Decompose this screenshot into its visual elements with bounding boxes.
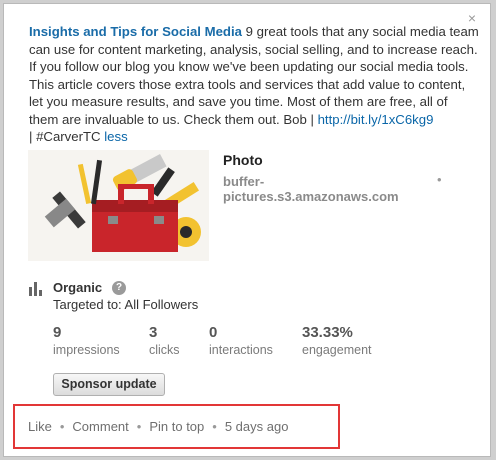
separator: • xyxy=(59,419,65,434)
like-link[interactable]: Like xyxy=(28,419,52,434)
post-link[interactable]: http://bit.ly/1xC6kg9 xyxy=(318,112,434,127)
update-actions: Like • Comment • Pin to top • 5 days ago xyxy=(28,419,288,434)
stat-label: impressions xyxy=(53,343,120,357)
stat-value: 9 xyxy=(53,324,62,341)
post-hashtag: | #CarverTC xyxy=(29,129,105,144)
attachment-type: Photo xyxy=(223,152,263,168)
targeted-text: Targeted to: All Followers xyxy=(53,297,199,312)
separator: • xyxy=(136,419,142,434)
stat-clicks: 3 clicks xyxy=(149,324,180,358)
stat-value: 3 xyxy=(149,324,158,341)
less-link[interactable]: less xyxy=(104,129,127,144)
post-text: Insights and Tips for Social Media 9 gre… xyxy=(29,23,479,146)
timestamp: 5 days ago xyxy=(224,419,289,434)
stat-value: 0 xyxy=(209,324,218,341)
toolbox-image xyxy=(28,150,209,261)
stat-value: 33.33% xyxy=(302,324,353,341)
post-title-link[interactable]: Insights and Tips for Social Media xyxy=(29,24,242,39)
stat-engagement: 33.33% engagement xyxy=(302,324,372,358)
attachment-thumbnail[interactable] xyxy=(28,150,209,261)
stat-impressions: 9 impressions xyxy=(53,324,120,358)
separator: • xyxy=(212,419,217,434)
stat-interactions: 0 interactions xyxy=(209,324,273,358)
comment-link[interactable]: Comment xyxy=(72,419,128,434)
bar-chart-icon xyxy=(29,282,42,296)
help-icon[interactable]: ? xyxy=(112,281,126,295)
organic-label: Organic xyxy=(53,280,103,295)
attachment-source[interactable]: buffer-pictures.s3.amazonaws.com xyxy=(223,174,423,204)
sponsor-update-button[interactable]: Sponsor update xyxy=(53,373,165,396)
stat-label: engagement xyxy=(302,343,372,357)
pin-to-top-link[interactable]: Pin to top xyxy=(149,419,204,434)
stat-label: clicks xyxy=(149,343,180,357)
stat-label: interactions xyxy=(209,343,273,357)
attachment-bullet: • xyxy=(437,172,442,187)
